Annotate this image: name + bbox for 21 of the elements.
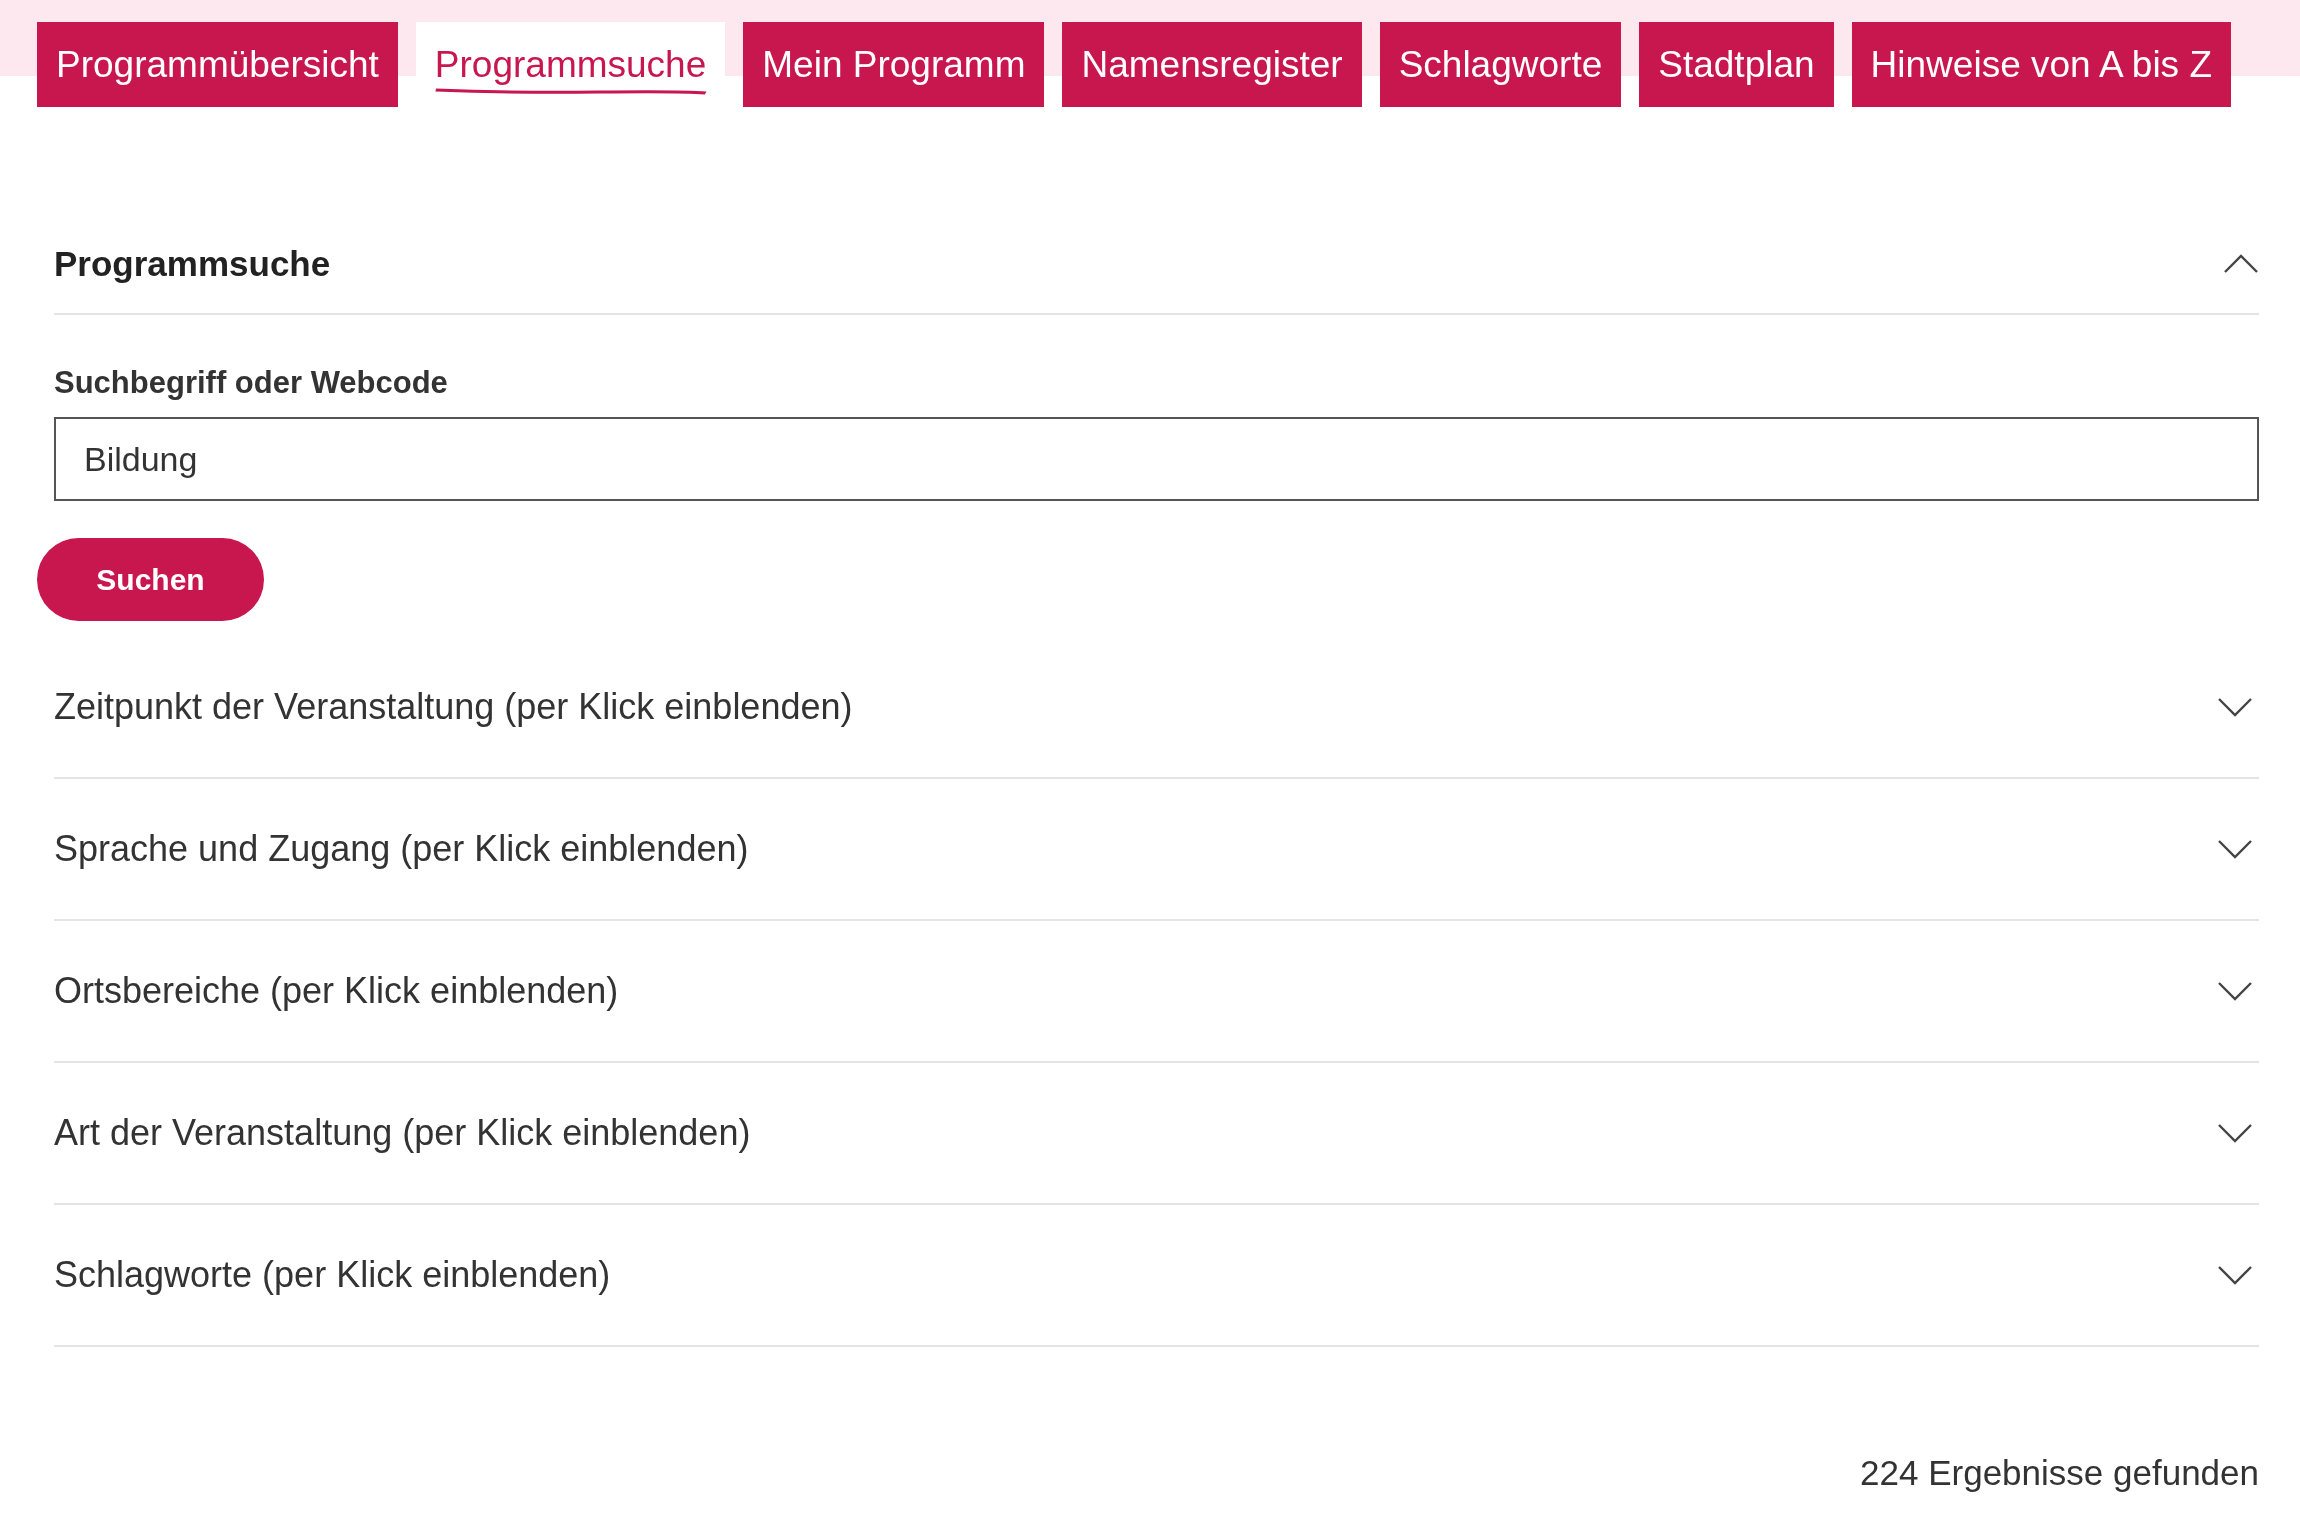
filter-toggle[interactable]: Sprache und Zugang (per Klick einblenden) (54, 828, 749, 870)
nav-tab[interactable]: Stadtplan (1639, 22, 1834, 107)
search-field[interactable]: Bildung (54, 417, 2259, 501)
nav-tab[interactable]: Schlagworte (1379, 22, 1622, 107)
chevron-down-icon[interactable] (2217, 837, 2253, 861)
chevron-down-icon[interactable] (2217, 979, 2253, 1003)
filter-toggle[interactable]: Art der Veranstaltung (per Klick einblenden) (54, 1112, 751, 1154)
filter-toggle[interactable]: Ortsbereiche (per Klick einblenden) (54, 970, 619, 1012)
filter-toggle[interactable]: Zeitpunkt der Veranstaltung (per Klick einblenden) (54, 686, 853, 728)
nav-tab[interactable]: Programmübersicht (37, 22, 398, 107)
search-button[interactable]: Suchen (37, 538, 264, 621)
nav-tab[interactable]: Namensregister (1062, 22, 1362, 107)
result-count: 224 Ergebnisse gefunden (1860, 1453, 2259, 1493)
chevron-down-icon[interactable] (2217, 1263, 2253, 1287)
field-label: Suchbegriff oder Webcode (54, 365, 448, 401)
section-title: Programmsuche (54, 244, 331, 284)
filter-toggle[interactable]: Schlagworte (per Klick einblenden) (54, 1254, 611, 1296)
chevron-down-icon[interactable] (2217, 1121, 2253, 1145)
chevron-down-icon[interactable] (2217, 695, 2253, 719)
nav-tab[interactable]: Hinweise von A bis Z (1851, 22, 2231, 107)
nav-tab[interactable]: Mein Programm (743, 22, 1045, 107)
